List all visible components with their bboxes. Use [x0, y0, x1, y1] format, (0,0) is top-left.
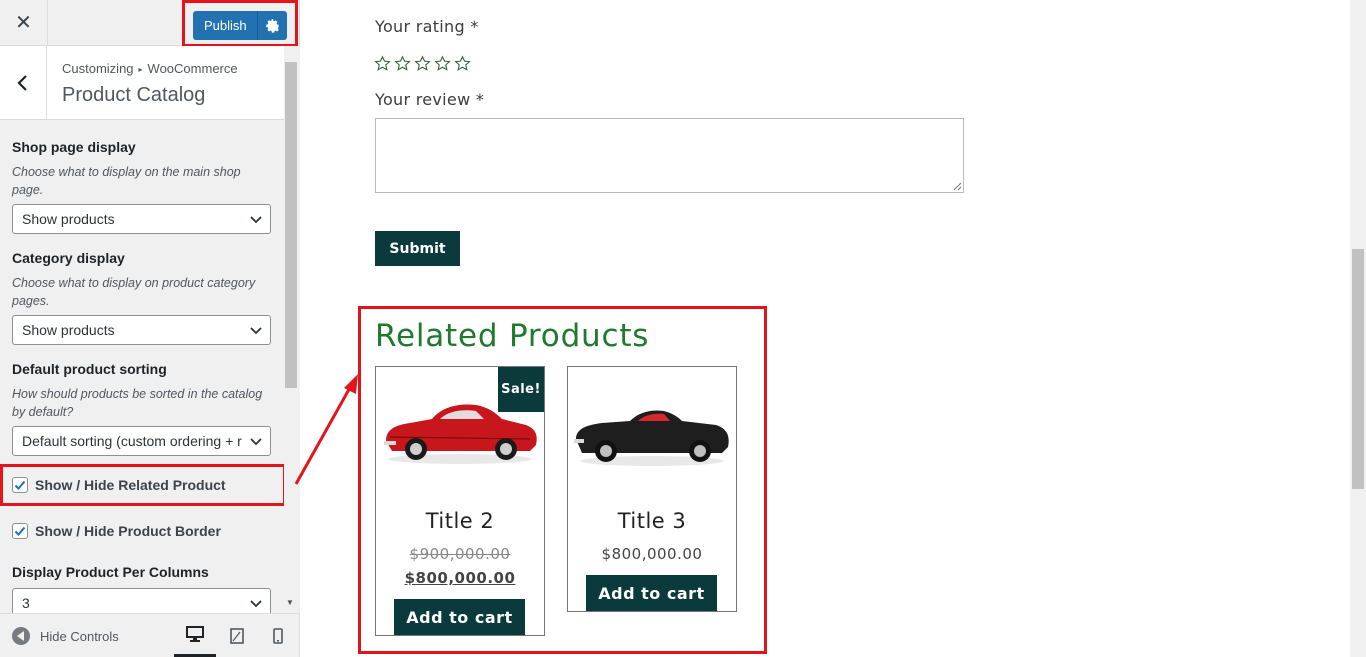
breadcrumb-root: Customizing [62, 61, 134, 76]
tablet-preview-button[interactable] [216, 614, 258, 657]
collapse-icon [12, 627, 30, 645]
sale-badge: Sale! [498, 367, 544, 412]
related-products-title: Related Products [375, 318, 650, 354]
site-preview: Your rating * Your review * Submit Relat… [300, 0, 1350, 657]
star-icon[interactable] [414, 55, 431, 72]
publish-label: Publish [204, 18, 247, 33]
customizer-sidebar: ✕ Publish Customizing ▸ WooCommerce Produc… [0, 0, 300, 657]
annotation-arrow [294, 374, 358, 485]
chevron-down-icon [250, 216, 262, 224]
chevron-down-icon [250, 438, 262, 446]
close-customizer-button[interactable]: ✕ [0, 0, 48, 45]
star-icon[interactable] [394, 55, 411, 72]
product-card[interactable]: Title 3 $800,000.00 Add to cart [567, 366, 737, 612]
rating-label: Your rating * [375, 17, 479, 36]
breadcrumb-parent: WooCommerce [147, 61, 238, 76]
chevron-down-icon [250, 600, 262, 608]
publish-highlight-box: Publish [182, 0, 298, 47]
product-title[interactable]: Title 3 [568, 509, 736, 533]
chevron-down-icon [250, 327, 262, 335]
back-button[interactable] [0, 46, 47, 119]
star-rating[interactable] [374, 55, 471, 72]
submit-button[interactable]: Submit [375, 231, 460, 266]
per-columns-value: 3 [22, 595, 30, 611]
star-icon[interactable] [434, 55, 451, 72]
sorting-select[interactable]: Default sorting (custom ordering + r [12, 426, 271, 456]
hide-controls-label: Hide Controls [40, 628, 119, 644]
car-image[interactable] [572, 383, 732, 471]
review-label: Your review * [375, 90, 485, 109]
add-to-cart-button[interactable]: Add to cart [586, 575, 717, 611]
category-display-title: Category display [12, 250, 125, 266]
category-display-value: Show products [22, 322, 115, 338]
section-title: Product Catalog [62, 84, 206, 106]
product-price: $800,000.00 [601, 545, 703, 563]
star-icon[interactable] [454, 55, 471, 72]
product-border-toggle[interactable]: Show / Hide Product Border [12, 523, 221, 539]
desktop-icon [186, 626, 204, 642]
category-display-select[interactable]: Show products [12, 315, 271, 345]
related-product-toggle[interactable]: Show / Hide Related Product [12, 477, 226, 493]
mobile-preview-button[interactable] [257, 614, 299, 657]
customizer-footer: Hide Controls [0, 613, 299, 657]
shop-display-description: Choose what to display on the main shop … [12, 165, 241, 197]
sorting-description: How should products be sorted in the cat… [12, 387, 263, 419]
mobile-icon [273, 628, 283, 644]
checkmark-icon [14, 480, 26, 490]
breadcrumb: Customizing ▸ WooCommerce [62, 61, 238, 76]
product-border-checkbox[interactable] [12, 523, 28, 539]
shop-display-title: Shop page display [12, 139, 136, 155]
controls-panel: Shop page display Choose what to display… [0, 120, 284, 613]
category-display-description: Choose what to display on product catego… [12, 276, 256, 308]
per-columns-title: Display Product Per Columns [12, 564, 209, 580]
shop-display-select[interactable]: Show products [12, 204, 271, 234]
hide-controls-button[interactable]: Hide Controls [12, 627, 119, 645]
shop-display-value: Show products [22, 211, 115, 227]
breadcrumb-separator: ▸ [138, 65, 143, 74]
sorting-title: Default product sorting [12, 361, 167, 377]
gear-icon[interactable] [258, 18, 287, 33]
related-product-checkbox[interactable] [12, 477, 28, 493]
preview-scrollbar-thumb[interactable] [1352, 249, 1364, 489]
scroll-down-arrow-icon[interactable]: ▼ [286, 598, 294, 607]
publish-button[interactable]: Publish [193, 11, 287, 40]
checkmark-icon [14, 526, 26, 536]
product-border-label: Show / Hide Product Border [35, 523, 221, 539]
add-to-cart-button[interactable]: Add to cart [394, 599, 525, 635]
product-title[interactable]: Title 2 [376, 509, 544, 533]
tablet-icon [230, 628, 244, 644]
product-sale-price: $800,000.00 [404, 569, 516, 587]
sidebar-scrollbar-thumb[interactable] [285, 62, 297, 388]
sorting-value: Default sorting (custom ordering + r [22, 433, 242, 449]
desktop-preview-button[interactable] [174, 614, 216, 657]
section-header: Customizing ▸ WooCommerce Product Catalog [0, 46, 284, 120]
resize-grip-icon[interactable] [953, 182, 962, 191]
star-icon[interactable] [374, 55, 391, 72]
review-textarea[interactable] [375, 118, 964, 193]
product-old-price: $900,000.00 [409, 545, 511, 563]
customizer-topbar: ✕ Publish [0, 0, 299, 47]
product-card[interactable]: Sale! Title 2 $900,000.00 $800,000.00 Ad… [375, 366, 545, 636]
chevron-left-icon [17, 74, 27, 91]
per-columns-select[interactable]: 3 [12, 588, 271, 613]
related-product-label: Show / Hide Related Product [35, 477, 226, 493]
